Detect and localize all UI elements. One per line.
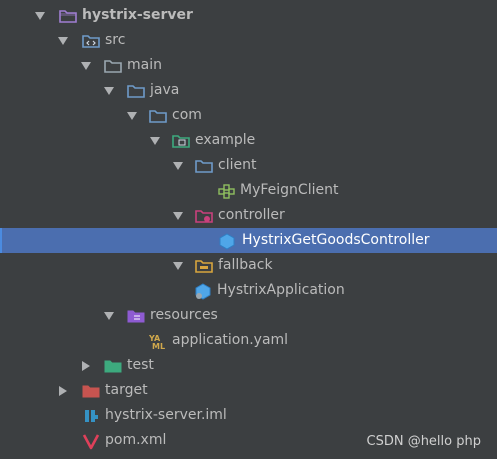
tree-label: com — [172, 107, 202, 123]
tree-label: HystrixGetGoodsController — [242, 232, 430, 248]
package-folder-icon — [172, 135, 190, 148]
tree-label: hystrix-server — [82, 7, 193, 23]
expanded-arrow-icon[interactable] — [172, 210, 184, 222]
tree-row-myfeignclient[interactable]: MyFeignClient — [0, 178, 497, 203]
package-folder-icon — [195, 160, 213, 173]
tree-label: HystrixApplication — [217, 282, 345, 298]
tree-label: MyFeignClient — [240, 182, 339, 198]
interface-icon — [218, 184, 235, 199]
module-folder-icon — [59, 10, 77, 23]
expanded-arrow-icon[interactable] — [126, 110, 138, 122]
resources-folder-icon — [127, 310, 145, 323]
expanded-arrow-icon[interactable] — [172, 160, 184, 172]
source-root-folder-icon — [127, 85, 145, 98]
tree-row-hystrixapplication[interactable]: HystrixApplication — [0, 278, 497, 303]
tree-row-src[interactable]: src — [0, 28, 497, 53]
tree-label: pom.xml — [105, 432, 167, 448]
expanded-arrow-icon[interactable] — [172, 260, 184, 272]
tree-row-iml[interactable]: hystrix-server.iml — [0, 403, 497, 428]
maven-file-icon — [82, 434, 100, 450]
tree-row-applicationyaml[interactable]: YA ML application.yaml — [0, 328, 497, 353]
tree-row-fallback[interactable]: fallback — [0, 253, 497, 278]
tree-row-controller[interactable]: controller — [0, 203, 497, 228]
watermark-text: CSDN @hello php — [366, 434, 482, 449]
test-folder-icon — [104, 360, 122, 373]
tree-row-java[interactable]: java — [0, 78, 497, 103]
tree-label: resources — [150, 307, 218, 323]
spring-boot-class-icon — [195, 283, 211, 300]
expanded-arrow-icon[interactable] — [103, 310, 115, 322]
yaml-file-icon: YAML — [149, 334, 165, 350]
package-folder-icon — [195, 210, 213, 223]
svg-text:ML: ML — [152, 342, 165, 350]
package-folder-icon — [149, 110, 167, 123]
tree-label: client — [218, 157, 257, 173]
tree-label: fallback — [218, 257, 273, 273]
iml-file-icon — [85, 410, 98, 422]
expanded-arrow-icon[interactable] — [103, 85, 115, 97]
project-tree: hystrix-server src main java com example… — [0, 0, 497, 459]
expanded-arrow-icon[interactable] — [149, 135, 161, 147]
tree-label: example — [195, 132, 256, 148]
expanded-arrow-icon[interactable] — [34, 10, 46, 22]
tree-row-hystrixgetgoodscontroller[interactable]: HystrixGetGoodsController — [0, 228, 497, 253]
folder-icon — [104, 60, 122, 73]
tree-label: controller — [218, 207, 285, 223]
expanded-arrow-icon[interactable] — [80, 60, 92, 72]
collapsed-arrow-icon[interactable] — [57, 385, 69, 397]
tree-label: hystrix-server.iml — [105, 407, 227, 423]
tree-row-resources[interactable]: resources — [0, 303, 497, 328]
excluded-folder-icon — [82, 385, 100, 398]
tree-row-hystrix-server[interactable]: hystrix-server — [0, 3, 497, 28]
collapsed-arrow-icon[interactable] — [80, 360, 92, 372]
expanded-arrow-icon[interactable] — [57, 35, 69, 47]
tree-row-target[interactable]: target — [0, 378, 497, 403]
tree-label: application.yaml — [172, 332, 289, 348]
tree-row-test[interactable]: test — [0, 353, 497, 378]
spring-class-icon — [219, 233, 235, 250]
tree-label: src — [105, 32, 126, 48]
source-folder-icon — [82, 35, 100, 48]
tree-label: test — [127, 357, 154, 373]
tree-row-client[interactable]: client — [0, 153, 497, 178]
tree-row-com[interactable]: com — [0, 103, 497, 128]
tree-label: main — [127, 57, 162, 73]
tree-row-example[interactable]: example — [0, 128, 497, 153]
package-folder-icon — [195, 260, 213, 273]
tree-row-main[interactable]: main — [0, 53, 497, 78]
tree-label: target — [105, 382, 148, 398]
tree-label: java — [150, 82, 180, 98]
